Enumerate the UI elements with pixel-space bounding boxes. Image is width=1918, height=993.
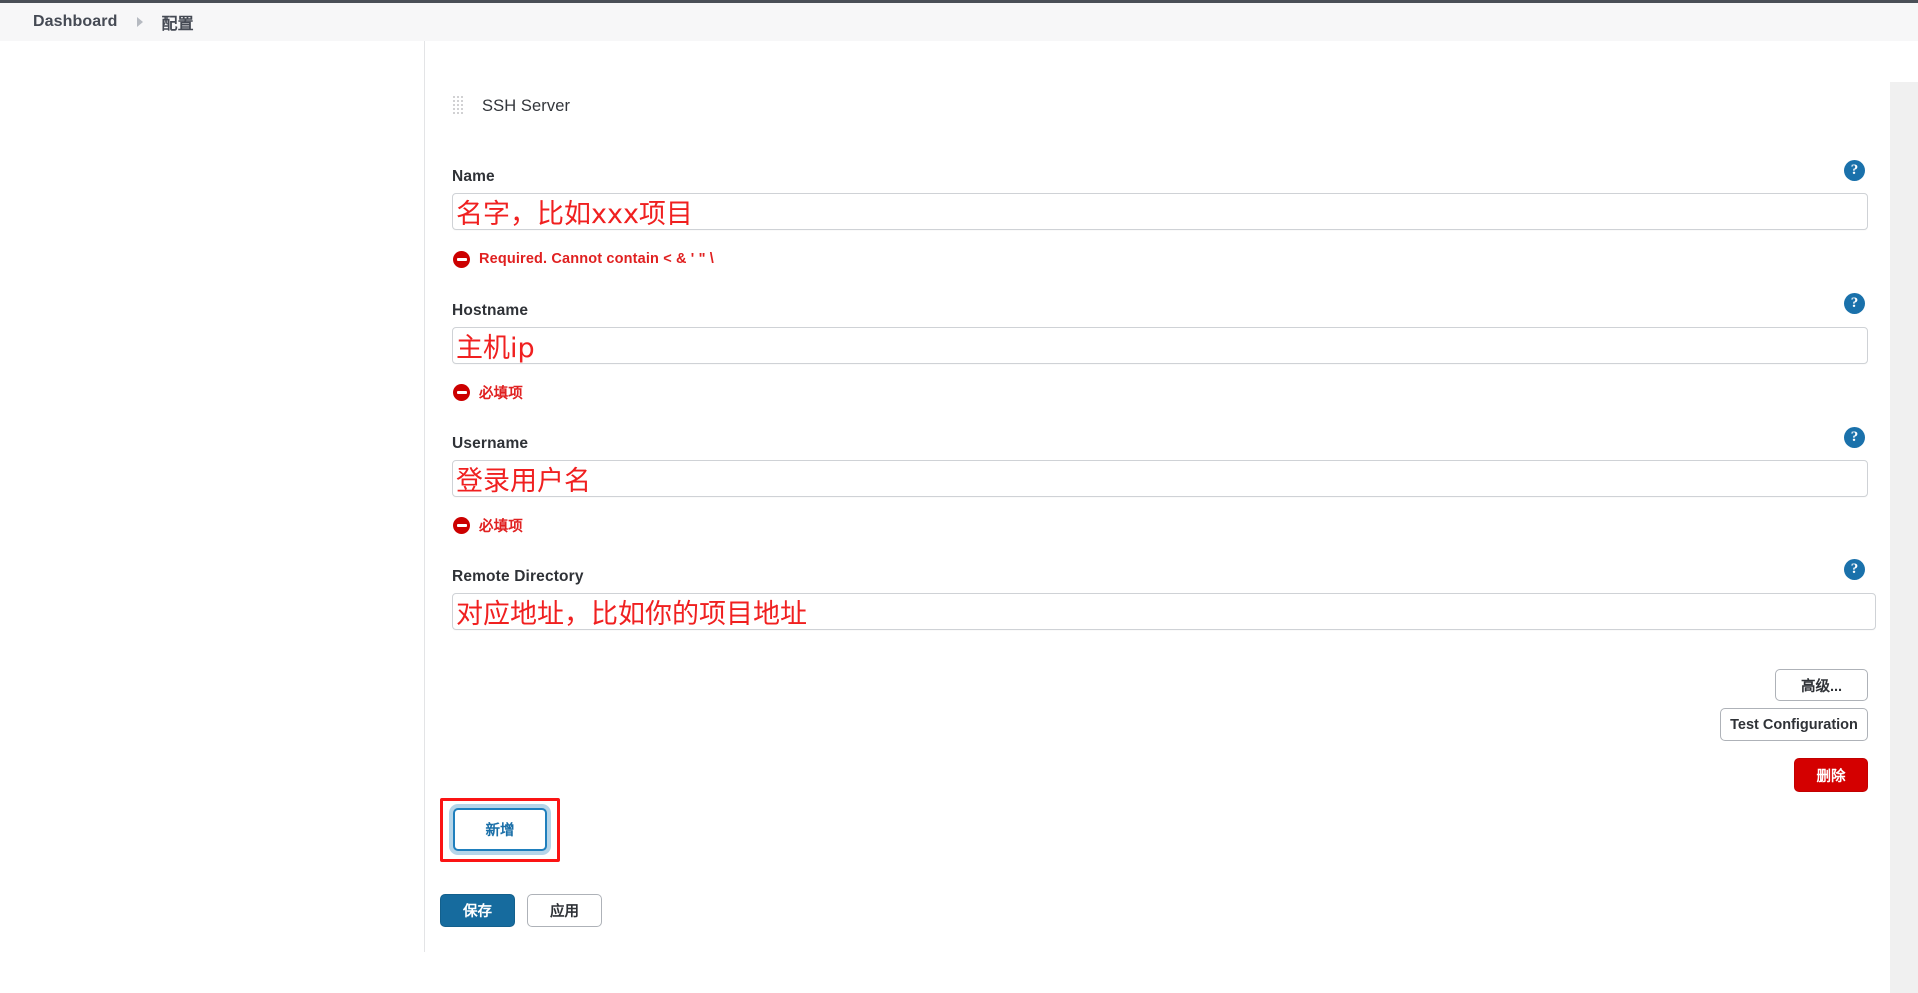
error-circle-icon-hostname bbox=[453, 383, 470, 401]
drag-handle-icon[interactable] bbox=[452, 95, 464, 117]
advanced-button[interactable]: 高级... bbox=[1775, 669, 1868, 701]
help-circle-icon-remote-directory[interactable]: ? bbox=[1844, 559, 1865, 580]
error-row-name: Required. Cannot contain < & ' " \ bbox=[453, 249, 714, 269]
breadcrumb-item-dashboard[interactable]: Dashboard bbox=[33, 13, 117, 31]
name-input[interactable] bbox=[452, 193, 1868, 230]
username-input[interactable] bbox=[452, 460, 1868, 497]
section-header: SSH Server bbox=[452, 95, 570, 117]
hostname-input[interactable] bbox=[452, 327, 1868, 364]
chevron-right-icon bbox=[137, 17, 144, 27]
breadcrumb-item-configuration[interactable]: 配置 bbox=[161, 10, 193, 34]
help-circle-icon-username[interactable]: ? bbox=[1844, 427, 1865, 448]
ssh-server-form-panel: SSH Server Name ? 名字，比如xxx项目 Required. C… bbox=[426, 41, 1890, 952]
error-text-name: Required. Cannot contain < & ' " \ bbox=[479, 251, 714, 267]
remote-directory-input[interactable] bbox=[452, 593, 1876, 630]
header-bar: Dashboard 配置 bbox=[0, 3, 1918, 41]
help-circle-icon-name[interactable]: ? bbox=[1844, 160, 1865, 181]
save-button[interactable]: 保存 bbox=[440, 894, 515, 927]
field-label-hostname: Hostname bbox=[452, 302, 529, 319]
error-circle-icon-name bbox=[453, 250, 470, 268]
left-pane bbox=[0, 41, 425, 952]
error-row-hostname: 必填项 bbox=[453, 382, 523, 402]
error-text-username: 必填项 bbox=[479, 518, 523, 535]
add-new-button[interactable]: 新增 bbox=[453, 808, 547, 851]
error-text-hostname: 必填项 bbox=[479, 385, 523, 402]
page-body: SSH Server Name ? 名字，比如xxx项目 Required. C… bbox=[0, 41, 1918, 993]
delete-button[interactable]: 删除 bbox=[1794, 758, 1868, 792]
test-configuration-button[interactable]: Test Configuration bbox=[1720, 708, 1868, 741]
vertical-scrollbar[interactable] bbox=[1890, 82, 1918, 993]
help-circle-icon-hostname[interactable]: ? bbox=[1844, 293, 1865, 314]
error-circle-icon-username bbox=[453, 516, 470, 534]
field-label-username: Username bbox=[452, 435, 529, 452]
add-new-button-wrapper: 新增 bbox=[440, 798, 560, 862]
field-label-name: Name bbox=[452, 168, 495, 185]
field-label-remote-directory: Remote Directory bbox=[452, 568, 584, 585]
error-row-username: 必填项 bbox=[453, 515, 523, 535]
breadcrumb: Dashboard 配置 bbox=[0, 3, 194, 41]
apply-button[interactable]: 应用 bbox=[527, 894, 602, 927]
section-title: SSH Server bbox=[482, 96, 571, 115]
